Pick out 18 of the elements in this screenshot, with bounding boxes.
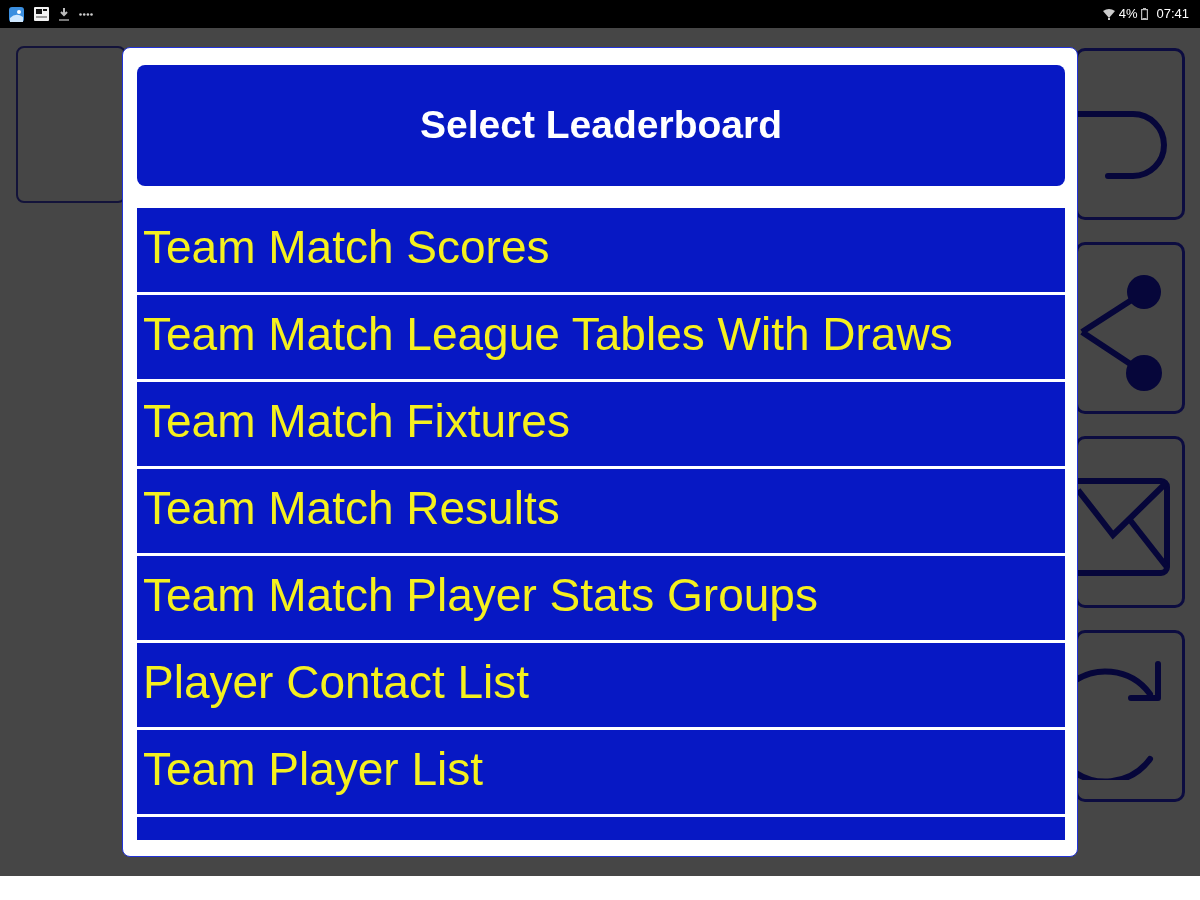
envelope-icon	[1078, 478, 1173, 576]
leaderboard-option[interactable]: Team Match Scores	[137, 208, 1065, 292]
refresh-icon	[1078, 658, 1164, 780]
dialog-title: Select Leaderboard	[137, 65, 1065, 186]
leaderboard-option[interactable]: Player Contact List	[137, 643, 1065, 727]
battery-icon	[1141, 8, 1149, 20]
image-icon	[34, 7, 49, 21]
battery-percent: 4%	[1118, 5, 1138, 24]
leaderboard-option[interactable]: Team Match Results	[137, 469, 1065, 553]
leaderboard-option[interactable]: Team Match Player Stats Groups	[137, 556, 1065, 640]
download-icon	[59, 7, 69, 21]
more-notifications-icon	[79, 12, 93, 16]
leaderboard-option[interactable]: Team Match League Tables With Draws	[137, 295, 1065, 379]
leaderboard-option[interactable]: Team Match Fixtures	[137, 382, 1065, 466]
clock-time: 07:41	[1156, 5, 1189, 24]
leaderboard-option[interactable]: Team Player List	[137, 730, 1065, 814]
wifi-icon	[1102, 8, 1115, 20]
gallery-app-icon	[9, 6, 24, 22]
